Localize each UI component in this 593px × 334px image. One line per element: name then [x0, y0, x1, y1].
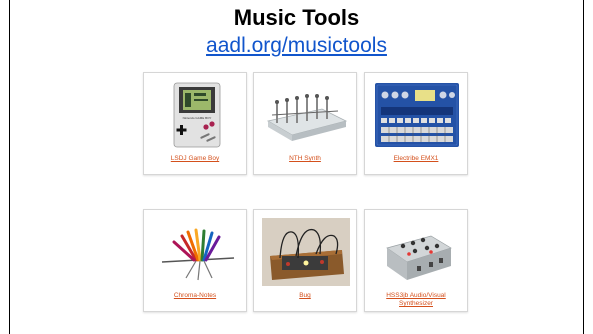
- chroma-notes-image: [152, 218, 240, 286]
- tool-caption[interactable]: Electribe EMX1: [369, 155, 463, 163]
- synth-image: [262, 81, 350, 149]
- tool-caption[interactable]: LSDJ Game Boy: [148, 155, 242, 163]
- slide-title: Music Tools: [233, 5, 360, 30]
- bug-synth-image: [262, 218, 350, 286]
- electribe-image: [373, 81, 461, 149]
- tool-caption[interactable]: Chroma-Notes: [148, 292, 242, 300]
- tool-card-chroma-notes[interactable]: Chroma-Notes: [143, 209, 247, 312]
- tool-caption[interactable]: NTH Synth: [258, 155, 352, 163]
- tool-card-bug[interactable]: Bug: [253, 209, 357, 312]
- tool-card-lsdj-game-boy[interactable]: Nintendo GAME BOY LSDJ Game Boy: [143, 72, 247, 175]
- svg-text:Nintendo GAME BOY: Nintendo GAME BOY: [183, 116, 212, 120]
- tool-card-hss3jb[interactable]: HSS3jb Audio/Visual Synthesizer: [364, 209, 468, 312]
- tool-card-nth-synth[interactable]: NTH Synth: [253, 72, 357, 175]
- music-tools-link[interactable]: aadl.org/musictools: [0, 34, 593, 58]
- tool-card-electribe-emx1[interactable]: Electribe EMX1: [364, 72, 468, 175]
- hss3jb-image: [373, 218, 461, 286]
- tool-caption[interactable]: HSS3jb Audio/Visual Synthesizer: [369, 292, 463, 308]
- tool-caption[interactable]: Bug: [258, 292, 352, 300]
- gameboy-image: Nintendo GAME BOY: [152, 81, 240, 149]
